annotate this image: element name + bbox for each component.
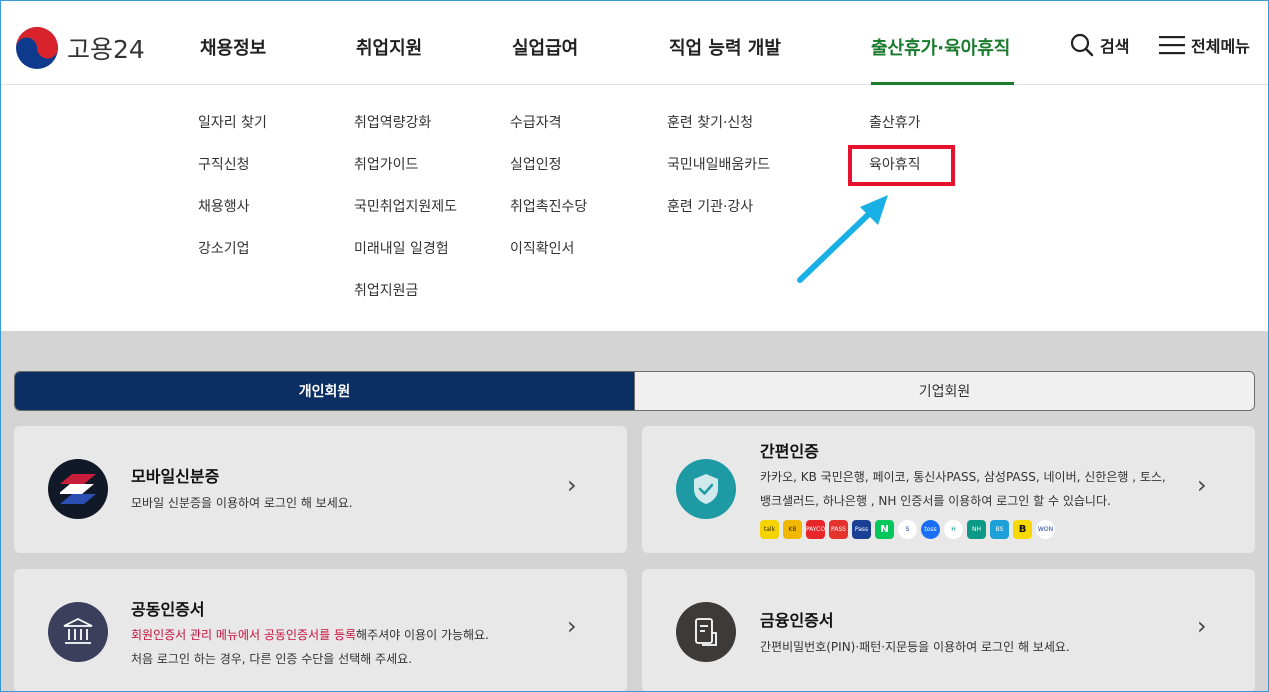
- nav-employment-support[interactable]: 취업지원: [356, 34, 422, 60]
- auth-provider-badges: talk KB PAYCO PASS Pass N S toss H NH BS…: [760, 520, 1055, 539]
- taegeuk-logo-icon: [16, 27, 58, 69]
- bank-b-badge-icon: B: [1013, 520, 1032, 539]
- hana-badge-icon: NH: [967, 520, 986, 539]
- site-header: 고용24 채용정보 취업지원 실업급여 직업 능력 개발 출산휴가·육아휴직 검…: [0, 0, 1269, 85]
- registration-notice-rest: 해주셔야 이용이 가능해요.: [356, 628, 489, 642]
- mobile-id-icon: [48, 459, 108, 519]
- tab-corporate-member[interactable]: 기업회원: [634, 372, 1254, 410]
- woori-won-badge-icon: WON: [1036, 520, 1055, 539]
- simple-auth-login-card[interactable]: 간편인증 카카오, KB 국민은행, 페이코, 통신사PASS, 삼성PASS,…: [642, 426, 1255, 553]
- menu-item[interactable]: 수급자격: [510, 112, 587, 154]
- menu-item-maternity-leave[interactable]: 출산휴가: [869, 112, 921, 154]
- menu-item[interactable]: 훈련 기관·강사: [667, 196, 770, 238]
- card-description-line2: 뱅크샐러드, 하나은행 , NH 인증서를 이용하여 로그인 할 수 있습니다.: [760, 494, 1111, 508]
- menu-column-job-training: 훈련 찾기·신청 국민내일배움카드 훈련 기관·강사: [667, 112, 770, 238]
- chevron-right-icon: ›: [567, 612, 577, 640]
- member-type-tabs: 개인회원 기업회원: [14, 371, 1255, 411]
- bank-building-icon: [48, 602, 108, 662]
- search-button[interactable]: 검색: [1070, 33, 1129, 57]
- search-label: 검색: [1100, 37, 1130, 56]
- menu-item[interactable]: 훈련 찾기·신청: [667, 112, 770, 154]
- menu-item[interactable]: 미래내일 일경험: [354, 238, 457, 280]
- menu-item[interactable]: 이직확인서: [510, 238, 587, 280]
- logo[interactable]: 고용24: [15, 26, 145, 70]
- active-nav-underline: [871, 82, 1014, 85]
- menu-item[interactable]: 국민내일배움카드: [667, 154, 770, 196]
- card-title: 간편인증: [760, 442, 819, 461]
- card-description: 간편비밀번호(PIN)·패턴·지문등을 이용하여 로그인 해 보세요.: [760, 640, 1070, 654]
- payco-badge-icon: PAYCO: [806, 520, 825, 539]
- telecom-pass-badge-icon: PASS: [829, 520, 848, 539]
- mega-menu: 일자리 찾기 구직신청 채용행사 강소기업 취업역량강화 취업가이드 국민취업지…: [0, 86, 1269, 331]
- chevron-right-icon: ›: [1197, 471, 1207, 499]
- mobile-id-login-card[interactable]: 모바일신분증 모바일 신분증을 이용하여 로그인 해 보세요. ›: [14, 426, 627, 553]
- shinhan-badge-icon: S: [898, 520, 917, 539]
- menu-item[interactable]: 취업가이드: [354, 154, 457, 196]
- joint-certificate-login-card[interactable]: 공동인증서 회원인증서 관리 메뉴에서 공동인증서를 등록해주셔야 이용이 가능…: [14, 569, 627, 692]
- shield-icon: [676, 459, 736, 519]
- chevron-right-icon: ›: [1197, 612, 1207, 640]
- logo-text: 고용24: [67, 35, 145, 64]
- banksalad-badge-icon: H: [944, 520, 963, 539]
- finance-certificate-login-card[interactable]: 금융인증서 간편비밀번호(PIN)·패턴·지문등을 이용하여 로그인 해 보세요…: [642, 569, 1255, 692]
- nav-job-info[interactable]: 채용정보: [200, 34, 266, 60]
- document-icon: [676, 602, 736, 662]
- menu-item[interactable]: 실업인정: [510, 154, 587, 196]
- card-title: 공동인증서: [131, 600, 205, 619]
- card-description-line2: 처음 로그인 하는 경우, 다른 인증 수단을 선택해 주세요.: [131, 652, 413, 666]
- tab-individual-member[interactable]: 개인회원: [15, 372, 634, 410]
- hamburger-icon: [1159, 36, 1185, 55]
- full-menu-button[interactable]: 전체메뉴: [1159, 33, 1250, 57]
- nav-maternity-parental-leave[interactable]: 출산휴가·육아휴직: [871, 34, 1010, 60]
- menu-item[interactable]: 취업역량강화: [354, 112, 457, 154]
- menu-item[interactable]: 구직신청: [198, 154, 267, 196]
- full-menu-label: 전체메뉴: [1191, 37, 1250, 56]
- nav-job-training[interactable]: 직업 능력 개발: [669, 34, 781, 60]
- card-title: 모바일신분증: [131, 467, 220, 486]
- menu-column-job-info: 일자리 찾기 구직신청 채용행사 강소기업: [198, 112, 267, 280]
- samsung-pass-badge-icon: Pass: [852, 520, 871, 539]
- login-section: 개인회원 기업회원 모바일신분증 모바일 신분증을 이용하여 로그인 해 보세요…: [0, 331, 1269, 692]
- menu-item[interactable]: 강소기업: [198, 238, 267, 280]
- menu-column-unemployment-benefit: 수급자격 실업인정 취업촉진수당 이직확인서: [510, 112, 587, 280]
- chevron-right-icon: ›: [567, 471, 577, 499]
- menu-item[interactable]: 취업지원금: [354, 280, 457, 322]
- menu-column-maternity-leave: 출산휴가 육아휴직: [869, 112, 921, 196]
- registration-notice: 회원인증서 관리 메뉴에서 공동인증서를 등록: [131, 628, 357, 642]
- kakao-badge-icon: talk: [760, 520, 779, 539]
- menu-item[interactable]: 일자리 찾기: [198, 112, 267, 154]
- menu-item[interactable]: 국민취업지원제도: [354, 196, 457, 238]
- naver-badge-icon: N: [875, 520, 894, 539]
- nav-unemployment-benefit[interactable]: 실업급여: [512, 34, 578, 60]
- card-description: 모바일 신분증을 이용하여 로그인 해 보세요.: [131, 496, 353, 510]
- search-icon: [1070, 33, 1094, 57]
- menu-item[interactable]: 채용행사: [198, 196, 267, 238]
- menu-item[interactable]: 취업촉진수당: [510, 196, 587, 238]
- pointer-arrow-icon: [797, 195, 888, 283]
- nh-badge-icon: BS: [990, 520, 1009, 539]
- kb-badge-icon: KB: [783, 520, 802, 539]
- card-title: 금융인증서: [760, 611, 834, 630]
- menu-column-employment-support: 취업역량강화 취업가이드 국민취업지원제도 미래내일 일경험 취업지원금: [354, 112, 457, 322]
- toss-badge-icon: toss: [921, 520, 940, 539]
- card-description-line1: 카카오, KB 국민은행, 페이코, 통신사PASS, 삼성PASS, 네이버,…: [760, 470, 1166, 484]
- card-description-line1: 회원인증서 관리 메뉴에서 공동인증서를 등록해주셔야 이용이 가능해요.: [131, 623, 489, 647]
